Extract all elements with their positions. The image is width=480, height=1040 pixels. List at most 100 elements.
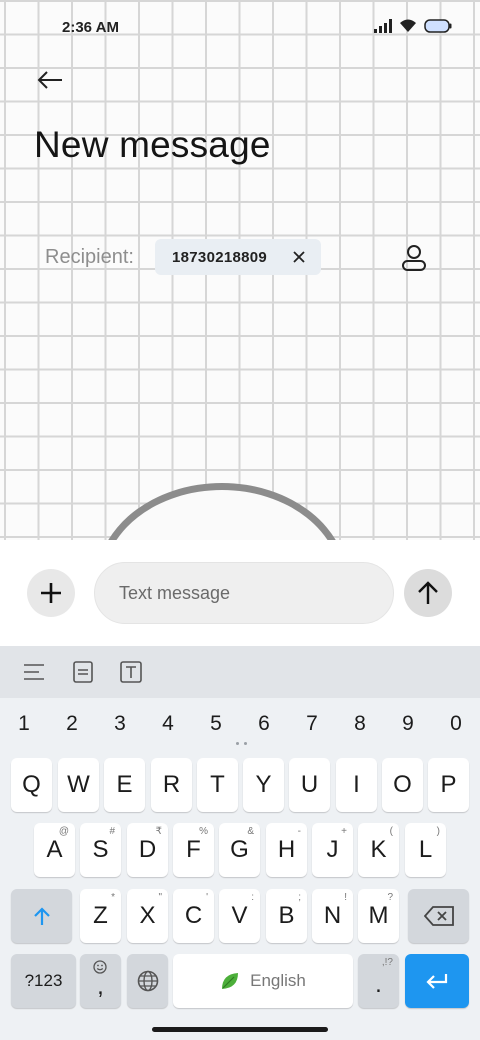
pick-contact-button[interactable] <box>396 240 432 276</box>
recipient-chip-value: 18730218809 <box>172 248 268 266</box>
key-q[interactable]: Q <box>11 758 52 812</box>
key-sub-label: ) <box>436 826 440 837</box>
send-button[interactable] <box>404 569 452 617</box>
key-i[interactable]: I <box>336 758 377 812</box>
key-8[interactable]: 8 <box>340 704 380 744</box>
key-v[interactable]: :V <box>219 889 260 943</box>
key-6[interactable]: 6 <box>244 704 284 744</box>
key-g[interactable]: & G <box>219 823 260 877</box>
key-0[interactable]: 0 <box>436 704 476 744</box>
key-j[interactable]: + J <box>312 823 353 877</box>
key-label: O <box>393 771 412 798</box>
key-label: J <box>326 836 339 863</box>
key-b[interactable]: ; B <box>266 889 307 943</box>
key-y[interactable]: Y <box>243 758 284 812</box>
key-9[interactable]: 9 <box>388 704 428 744</box>
key-label: F <box>186 836 201 863</box>
key-n[interactable]: ! N <box>312 889 353 943</box>
emoji-icon <box>93 960 107 974</box>
key-label: I <box>353 771 360 798</box>
key-sub-label: & <box>247 826 254 837</box>
key-r[interactable]: R <box>151 758 192 812</box>
key-label: G <box>230 836 249 863</box>
number-row: 1 2 3 4 5 6 7 8 9 0 <box>0 704 480 744</box>
key-a[interactable]: @ A <box>34 823 75 877</box>
clipboard-toolbar-button[interactable] <box>69 658 97 686</box>
menu-toolbar-button[interactable] <box>20 658 48 686</box>
key-t[interactable]: T <box>197 758 238 812</box>
add-attachment-button[interactable] <box>27 569 75 617</box>
recipient-chip[interactable]: 18730218809 <box>155 239 321 275</box>
key-p[interactable]: P <box>428 758 469 812</box>
symbols-key[interactable]: ?123 <box>11 954 76 1008</box>
key-label: E <box>116 771 133 798</box>
compose-bar <box>0 540 480 646</box>
backspace-icon <box>423 906 454 926</box>
key-sub-label: ₹ <box>155 826 162 837</box>
key-2[interactable]: 2 <box>52 704 92 744</box>
key-1[interactable]: 1 <box>4 704 44 744</box>
comma-label: , <box>97 973 104 1000</box>
key-3[interactable]: 3 <box>100 704 140 744</box>
key-d[interactable]: ₹ D <box>127 823 168 877</box>
key-label: L <box>418 836 433 863</box>
signal-icon <box>374 18 392 33</box>
message-input[interactable] <box>94 562 394 624</box>
text-toolbar-button[interactable] <box>117 658 145 686</box>
key-label: N <box>323 902 342 929</box>
key-z[interactable]: * Z <box>80 889 121 943</box>
recipient-label: Recipient: <box>45 246 134 268</box>
key-7[interactable]: 7 <box>292 704 332 744</box>
menu-icon <box>24 664 44 680</box>
key-5[interactable]: 5 <box>196 704 236 744</box>
decorative-arc <box>96 483 348 540</box>
key-c[interactable]: ' C <box>173 889 214 943</box>
language-key[interactable] <box>127 954 168 1008</box>
back-button[interactable] <box>30 62 70 98</box>
backspace-key[interactable] <box>408 889 469 943</box>
space-key[interactable]: English <box>173 954 353 1008</box>
key-sub-label: @ <box>58 826 69 837</box>
key-o[interactable]: O <box>382 758 423 812</box>
key-label: A <box>46 836 63 863</box>
person-icon <box>401 244 427 272</box>
key-k[interactable]: (K <box>358 823 399 877</box>
shift-arrow-icon <box>32 906 52 926</box>
gesture-nav-bar[interactable] <box>152 1027 328 1032</box>
key-sub-label: + <box>341 826 347 837</box>
clipboard-icon <box>73 661 93 683</box>
key-sub-label: ; <box>298 892 301 903</box>
key-label: M <box>368 902 389 929</box>
enter-icon <box>425 972 449 990</box>
key-label: X <box>139 902 156 929</box>
page-title: New message <box>34 124 271 165</box>
key-s[interactable]: # S <box>80 823 121 877</box>
symbols-key-label: ?123 <box>24 971 63 990</box>
key-x[interactable]: " X <box>127 889 168 943</box>
close-icon <box>293 251 305 263</box>
key-u[interactable]: U <box>289 758 330 812</box>
key-label: S <box>92 836 109 863</box>
key-sub-label: " <box>158 892 162 903</box>
wifi-icon <box>398 18 418 33</box>
enter-key[interactable] <box>405 954 469 1008</box>
key-label: B <box>278 902 295 929</box>
remove-recipient-button[interactable] <box>289 247 309 267</box>
shift-key[interactable] <box>11 889 72 943</box>
key-h[interactable]: -H <box>266 823 307 877</box>
period-label: . <box>375 971 382 998</box>
key-label: K <box>370 836 387 863</box>
key-w[interactable]: W <box>58 758 99 812</box>
key-label: D <box>138 836 157 863</box>
key-sub-label: # <box>109 826 115 837</box>
key-sub-label: * <box>111 892 115 903</box>
key-l[interactable]: ) L <box>405 823 446 877</box>
emoji-comma-key[interactable]: , <box>80 954 121 1008</box>
key-e[interactable]: E <box>104 758 145 812</box>
period-key[interactable]: ,!? . <box>358 954 399 1008</box>
key-f[interactable]: % F <box>173 823 214 877</box>
key-label: P <box>440 771 457 798</box>
key-m[interactable]: ? M <box>358 889 399 943</box>
key-4[interactable]: 4 <box>148 704 188 744</box>
key-label: Y <box>255 771 272 798</box>
